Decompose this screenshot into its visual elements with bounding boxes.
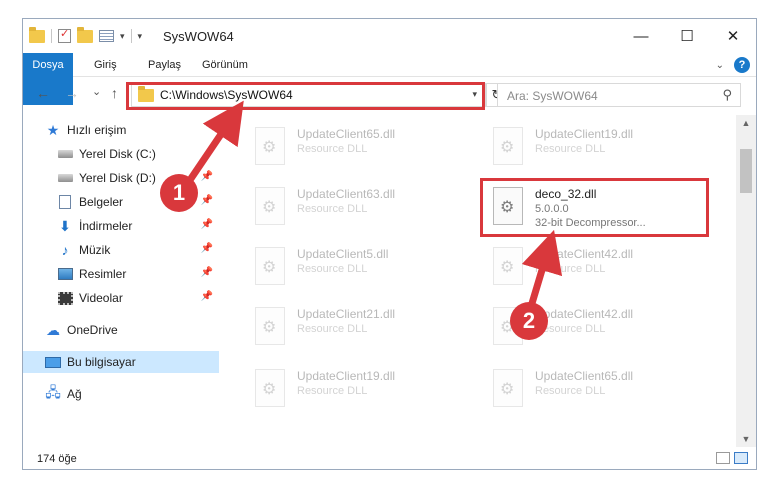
arrow-to-address — [187, 100, 244, 182]
callout-step-2: 2 — [510, 302, 548, 340]
arrow-to-file — [521, 229, 563, 312]
callout-step-1: 1 — [160, 174, 198, 212]
annotation-arrows — [187, 100, 563, 312]
